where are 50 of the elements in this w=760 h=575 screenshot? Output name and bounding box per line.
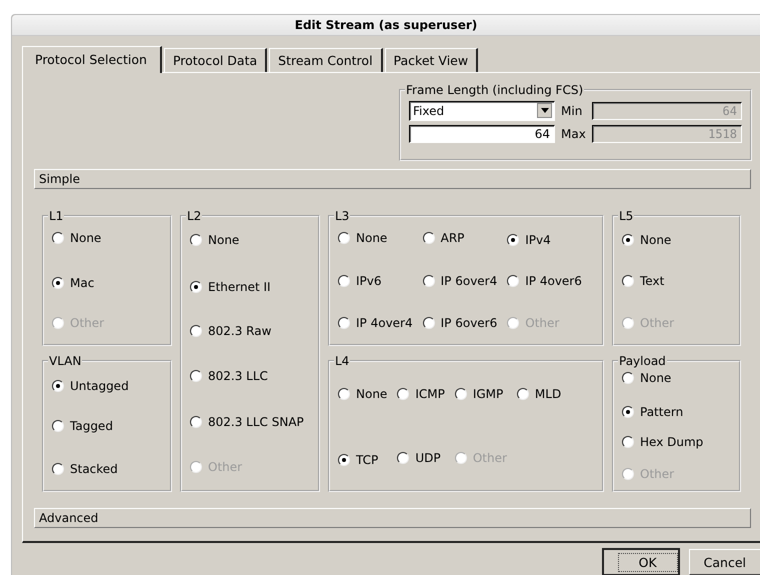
group-title: L3	[334, 208, 350, 223]
window-title: Edit Stream (as superuser)	[12, 15, 760, 36]
radio-button[interactable]: IPv4	[507, 233, 551, 248]
group-title: Payload	[618, 354, 667, 368]
radio-button[interactable]: ICMP	[397, 387, 445, 402]
radio-button[interactable]: MLD	[516, 387, 562, 402]
radio-button[interactable]: None	[622, 233, 672, 248]
mode-dropdown[interactable]: Fixed	[409, 100, 555, 121]
radio-button[interactable]: Untagged	[52, 378, 129, 393]
radio-button[interactable]: Pattern	[622, 405, 684, 420]
radio-button[interactable]: 802.3 Raw	[190, 324, 272, 338]
tab[interactable]: Packet View	[384, 48, 478, 72]
tab[interactable]: Protocol Data	[164, 48, 268, 72]
max-label: Max	[561, 126, 586, 141]
length-field[interactable]: 64	[409, 124, 555, 143]
radio-button[interactable]: IP 6over4	[422, 274, 498, 288]
ok-button[interactable]: OK	[602, 549, 679, 575]
radio-button[interactable]: UDP	[397, 450, 441, 465]
tab[interactable]: Protocol Selection	[22, 46, 162, 73]
radio-button[interactable]: Hex Dump	[622, 434, 704, 449]
min-label: Min	[561, 104, 584, 118]
radio-button[interactable]: None	[52, 231, 102, 246]
radio-button[interactable]: Mac	[52, 276, 94, 290]
tab[interactable]: Stream Control	[269, 48, 383, 72]
group-title: L5	[618, 208, 634, 223]
section-header[interactable]: Simple	[34, 168, 751, 189]
radio-button[interactable]: IP 4over4	[338, 316, 413, 330]
group-title: L2	[186, 208, 202, 223]
radio-button[interactable]: Stacked	[52, 462, 118, 476]
radio-button[interactable]: None	[622, 371, 672, 386]
group-title: Frame Length (including FCS)	[405, 82, 584, 97]
radio-button[interactable]: IGMP	[454, 387, 504, 402]
radio-button[interactable]: Ethernet II	[190, 280, 271, 294]
radio-button[interactable]: None	[338, 231, 388, 246]
section-header[interactable]: Advanced	[34, 508, 751, 528]
group-title: VLAN	[48, 354, 82, 368]
radio-button[interactable]: IPv6	[338, 274, 382, 288]
radio-button[interactable]: None	[190, 232, 240, 247]
radio-button[interactable]: ARP	[422, 231, 464, 246]
radio-button[interactable]: TCP	[338, 452, 378, 467]
radio-button[interactable]: Tagged	[52, 419, 113, 434]
group-title: L1	[48, 208, 64, 223]
radio-button[interactable]: Text	[622, 274, 664, 288]
radio-button[interactable]: IP 4over6	[507, 274, 582, 288]
group-title: L4	[334, 354, 350, 368]
radio-button[interactable]: IP 6over6	[422, 316, 498, 330]
radio-button[interactable]: 802.3 LLC	[190, 369, 268, 384]
radio-button[interactable]: None	[338, 387, 388, 402]
radio-button[interactable]: 802.3 LLC SNAP	[190, 414, 304, 429]
cancel-button[interactable]: Cancel	[688, 549, 760, 575]
